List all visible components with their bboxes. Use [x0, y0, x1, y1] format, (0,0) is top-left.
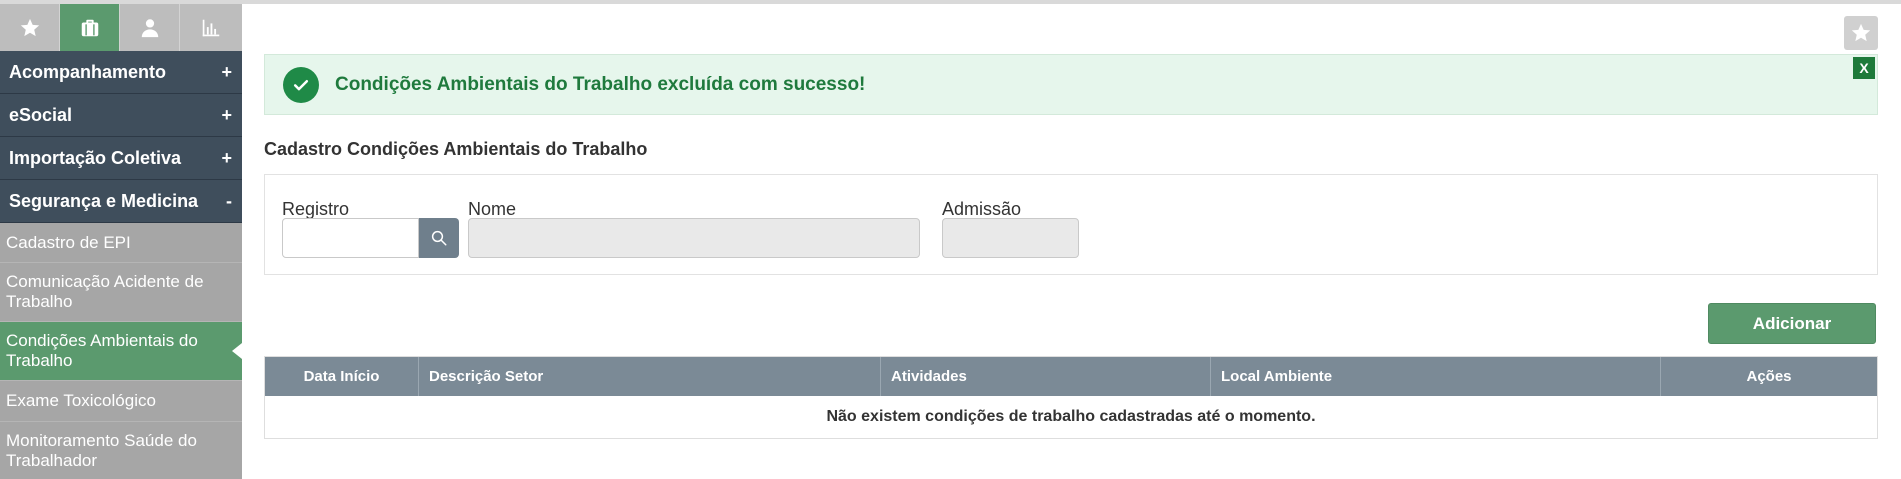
registro-label: Registro — [282, 199, 350, 219]
menu-group-acompanhamento[interactable]: Acompanhamento + — [0, 51, 242, 94]
tab-work[interactable] — [60, 4, 120, 51]
alert-message: Condições Ambientais do Trabalho excluíd… — [335, 73, 866, 95]
search-button[interactable] — [419, 218, 459, 258]
bar-chart-icon — [202, 19, 220, 36]
page-title: Cadastro Condições Ambientais do Trabalh… — [264, 139, 648, 159]
expand-icon: + — [221, 104, 232, 125]
alert-close-button[interactable]: X — [1853, 57, 1875, 79]
success-alert: Condições Ambientais do Trabalho excluíd… — [264, 54, 1878, 115]
table-header: Data Início Descrição Setor Atividades L… — [265, 357, 1877, 396]
star-icon — [20, 18, 39, 36]
user-icon — [141, 18, 158, 37]
sidebar-item-exame-toxicologico[interactable]: Exame Toxicológico — [0, 381, 242, 422]
sidebar-item-label: Monitoramento Saúde do Trabalhador — [6, 431, 197, 470]
nome-field — [468, 218, 920, 258]
sidebar-item-label: Comunicação Acidente de Trabalho — [6, 272, 204, 311]
sidebar-icon-tabs — [0, 4, 242, 51]
collapse-icon: - — [226, 190, 232, 211]
sidebar-item-monitoramento-saude[interactable]: Monitoramento Saúde do Trabalhador — [0, 422, 242, 479]
menu-group-label: Importação Coletiva — [9, 147, 182, 168]
search-icon — [431, 230, 447, 246]
tab-favorites[interactable] — [0, 4, 60, 51]
column-atividades[interactable]: Atividades — [881, 357, 1211, 396]
column-descricao-setor[interactable]: Descrição Setor — [419, 357, 881, 396]
menu-group-label: Segurança e Medicina — [9, 190, 199, 211]
add-button[interactable]: Adicionar — [1708, 303, 1876, 344]
sidebar: Acompanhamento + eSocial + Importação Co… — [0, 4, 242, 479]
sidebar-item-label: Exame Toxicológico — [6, 391, 156, 410]
sidebar-item-label: Cadastro de EPI — [6, 232, 131, 252]
admissao-label: Admissão — [942, 199, 1022, 219]
employee-form: Registro Nome Admissão — [264, 174, 1878, 275]
expand-icon: + — [221, 147, 232, 168]
menu-group-seguranca-medicina[interactable]: Segurança e Medicina - — [0, 180, 242, 223]
sidebar-item-cadastro-epi[interactable]: Cadastro de EPI — [0, 223, 242, 263]
column-local-ambiente[interactable]: Local Ambiente — [1211, 357, 1661, 396]
sidebar-item-label: Condições Ambientais do Trabalho — [6, 331, 198, 370]
column-data-inicio[interactable]: Data Início — [265, 357, 419, 396]
sidebar-item-condicoes-ambientais[interactable]: Condições Ambientais do Trabalho — [0, 322, 242, 381]
nome-label: Nome — [468, 199, 517, 219]
favorite-button[interactable] — [1844, 16, 1878, 50]
sidebar-item-comunicacao-acidente[interactable]: Comunicação Acidente de Trabalho — [0, 263, 242, 322]
registro-input[interactable] — [282, 218, 419, 258]
menu-group-importacao-coletiva[interactable]: Importação Coletiva + — [0, 137, 242, 180]
briefcase-icon — [81, 19, 98, 36]
conditions-table: Data Início Descrição Setor Atividades L… — [264, 356, 1878, 439]
check-circle-icon — [283, 66, 319, 103]
column-acoes: Ações — [1746, 368, 1792, 385]
expand-icon: + — [221, 61, 232, 82]
main-content: Condições Ambientais do Trabalho excluíd… — [242, 4, 1901, 479]
menu-group-esocial[interactable]: eSocial + — [0, 94, 242, 137]
tab-person[interactable] — [120, 4, 180, 51]
menu-group-label: Acompanhamento — [9, 61, 167, 82]
admissao-field — [942, 218, 1079, 258]
empty-table-message: Não existem condições de trabalho cadast… — [826, 408, 1316, 425]
menu-group-label: eSocial — [9, 104, 73, 125]
tab-reports[interactable] — [180, 4, 242, 51]
star-icon — [1851, 23, 1871, 42]
